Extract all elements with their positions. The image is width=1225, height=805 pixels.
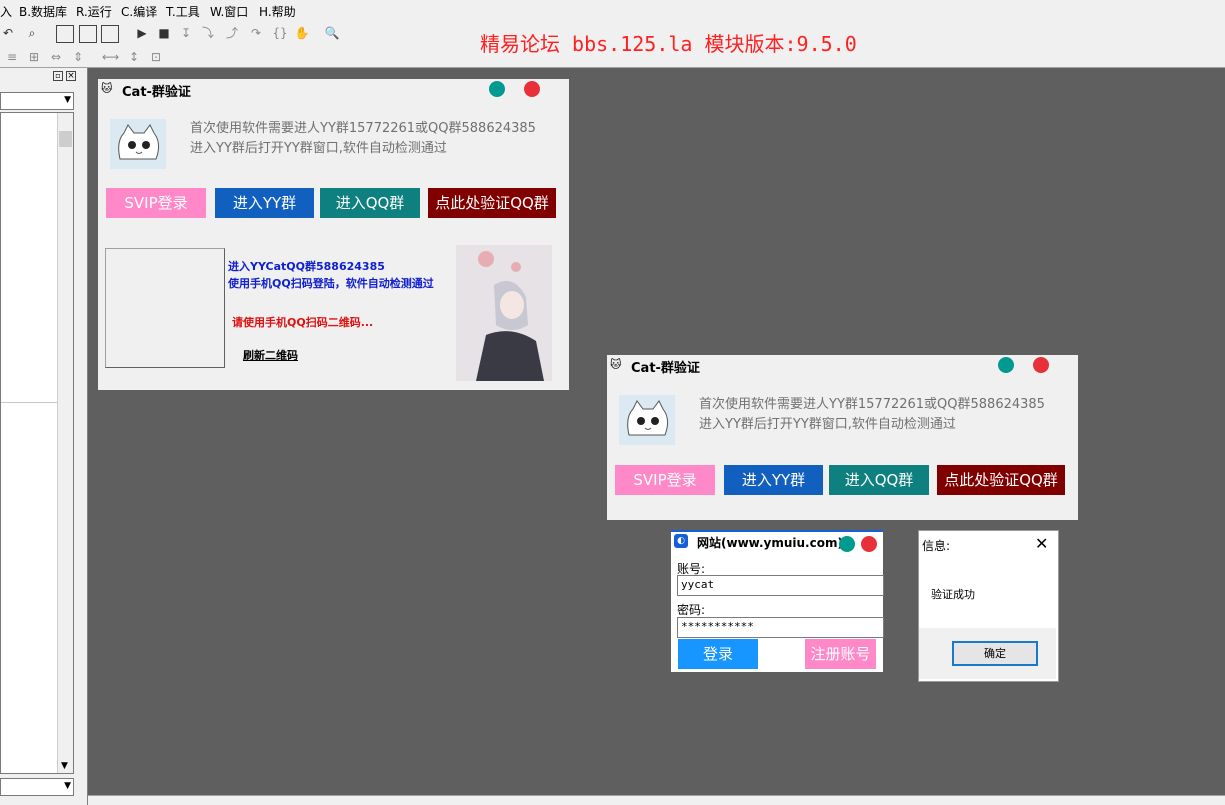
account-field[interactable]: yycat [677, 575, 884, 596]
menu-item-run[interactable]: R.运行 [76, 3, 112, 20]
layout-1-icon[interactable] [56, 25, 74, 43]
braces-icon[interactable]: {} [272, 25, 288, 41]
cat-logo-image [619, 395, 675, 445]
step-in-icon[interactable]: ⤵ [200, 25, 216, 41]
site-logo-icon: ◐ [674, 534, 688, 548]
property-list[interactable]: ▼ [0, 112, 74, 774]
chevron-down-icon: ▼ [64, 781, 71, 791]
minimize-dot[interactable] [839, 536, 855, 552]
menu-bar: 入 B.数据库 R.运行 C.编译 T.工具 W.窗口 H.帮助 [0, 0, 1225, 21]
info-line-1: 首次使用软件需要进人YY群15772261或QQ群588624385 [699, 397, 1045, 412]
left-panel: ▫ × ▼ ▼ ▼ [0, 68, 88, 805]
login-button[interactable]: 登录 [678, 639, 758, 669]
version-banner: 精易论坛 bbs.125.la 模块版本:9.5.0 [480, 32, 857, 56]
chevron-down-icon: ▼ [64, 95, 71, 105]
svip-login-button[interactable]: SVIP登录 [106, 188, 206, 218]
stop-icon[interactable]: ■ [156, 25, 172, 41]
hand-icon[interactable]: ✋ [294, 25, 310, 41]
step-icon[interactable]: ↧ [178, 25, 194, 41]
login-title: 网站(www.ymuiu.com) [697, 536, 843, 550]
password-field[interactable]: *********** [677, 617, 884, 638]
cat-logo-image [110, 119, 166, 169]
register-button[interactable]: 注册账号 [805, 639, 876, 669]
button-area: 确定 [919, 628, 1056, 679]
menu-item-partial[interactable]: 入 [0, 3, 12, 20]
space-v-icon[interactable]: ⇕ [70, 49, 86, 65]
run-icon[interactable]: ▶ [134, 25, 150, 41]
tab-strip [88, 795, 1225, 805]
close-icon[interactable]: × [66, 71, 76, 81]
close-icon[interactable]: ✕ [1035, 534, 1048, 553]
scroll-down-icon[interactable]: ▼ [61, 761, 68, 771]
step-out-icon[interactable]: ⤴ [224, 25, 240, 41]
menu-item-help[interactable]: H.帮助 [259, 3, 296, 20]
minimize-dot[interactable] [998, 357, 1014, 373]
svip-login-button[interactable]: SVIP登录 [615, 465, 715, 495]
space-h-icon[interactable]: ⇔ [48, 49, 64, 65]
scrollbar[interactable]: ▼ [57, 113, 73, 773]
password-label: 密码: [677, 603, 706, 617]
join-qq-button[interactable]: 进入QQ群 [320, 188, 420, 218]
join-qq-button[interactable]: 进入QQ群 [829, 465, 929, 495]
object-combo[interactable]: ▼ [0, 92, 74, 110]
dialog-title: Cat-群验证 [631, 361, 700, 376]
message-title: 信息: [922, 539, 951, 553]
same-height-icon[interactable]: ↕ [126, 49, 142, 65]
close-dot[interactable] [1033, 357, 1049, 373]
menu-item-tools[interactable]: T.工具 [166, 3, 200, 20]
cat-small-icon: 🐱 [610, 358, 622, 371]
anime-girl-image [456, 245, 552, 381]
info-line-2: 进入YY群后打开YY群窗口,软件自动检测通过 [190, 141, 447, 156]
dialog-title: Cat-群验证 [122, 85, 191, 100]
verify-qq-button[interactable]: 点此处验证QQ群 [428, 188, 556, 218]
find-icon[interactable]: ⌕ [24, 25, 40, 41]
login-dialog: ◐ 网站(www.ymuiu.com) 账号: yycat 密码: ******… [671, 530, 884, 672]
minimize-dot[interactable] [489, 81, 505, 97]
join-yy-button[interactable]: 进入YY群 [215, 188, 314, 218]
qr-code-box [105, 248, 225, 368]
ok-button[interactable]: 确定 [952, 641, 1038, 666]
menu-item-window[interactable]: W.窗口 [210, 3, 248, 20]
step-over-icon[interactable]: ↷ [248, 25, 264, 41]
qr-hint: 请使用手机QQ扫码二维码... [232, 316, 374, 329]
close-dot[interactable] [861, 536, 877, 552]
same-width-icon[interactable]: ⟷ [102, 49, 119, 65]
qr-line-2: 使用手机QQ扫码登陆，软件自动检测通过 [228, 277, 434, 290]
info-line-2: 进入YY群后打开YY群窗口,软件自动检测通过 [699, 417, 956, 432]
verify-qq-button[interactable]: 点此处验证QQ群 [937, 465, 1065, 495]
qr-line-1: 进入YYCatQQ群588624385 [228, 260, 385, 273]
cat-verify-dialog-1: 🐱 Cat-群验证 首次使用软件需要进人YY群15772261或QQ群58862… [98, 79, 569, 390]
close-dot[interactable] [524, 81, 540, 97]
join-yy-button[interactable]: 进入YY群 [724, 465, 823, 495]
align-top-icon[interactable]: ≡ [4, 49, 20, 65]
cat-small-icon: 🐱 [101, 82, 113, 95]
message-text: 验证成功 [931, 588, 975, 601]
cat-verify-dialog-2: 🐱 Cat-群验证 首次使用软件需要进人YY群15772261或QQ群58862… [607, 355, 1078, 520]
menu-item-compile[interactable]: C.编译 [121, 3, 157, 20]
info-line-1: 首次使用软件需要进人YY群15772261或QQ群588624385 [190, 121, 536, 136]
same-size-icon[interactable]: ⊡ [148, 49, 164, 65]
layout-2-icon[interactable] [79, 25, 97, 43]
refresh-qr-link[interactable]: 刷新二维码 [243, 347, 298, 363]
menu-item-database[interactable]: B.数据库 [19, 3, 67, 20]
layout-3-icon[interactable] [101, 25, 119, 43]
search-tool-icon[interactable]: 🔍 [324, 25, 340, 41]
bottom-combo[interactable]: ▼ [0, 778, 74, 796]
restore-icon[interactable]: ▫ [53, 71, 63, 81]
message-box: 信息: ✕ 验证成功 确定 [918, 530, 1059, 682]
align-center-icon[interactable]: ⊞ [26, 49, 42, 65]
undo-icon[interactable]: ↶ [0, 25, 16, 41]
scrollbar-thumb[interactable] [59, 131, 72, 147]
